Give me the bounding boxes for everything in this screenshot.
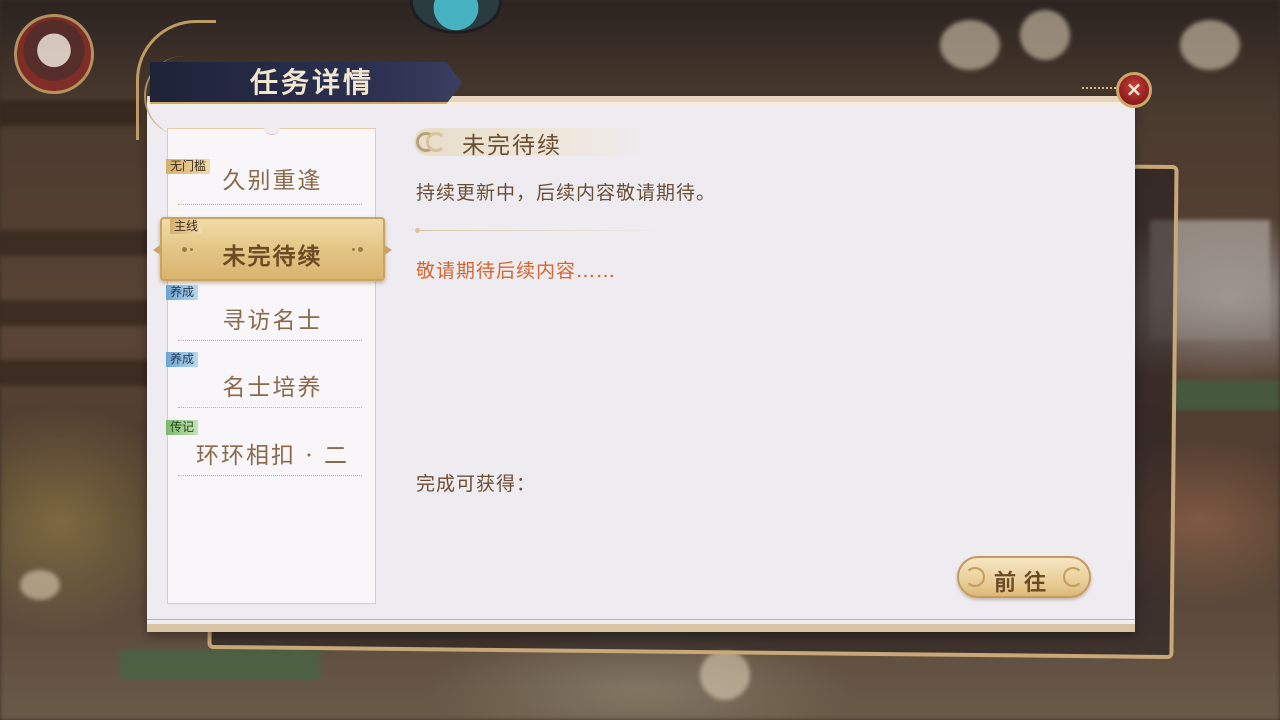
quest-tag: 主线 bbox=[170, 219, 203, 234]
quest-item-weiwan[interactable]: 主线 未完待续 bbox=[153, 217, 392, 281]
go-button[interactable]: 前往 bbox=[957, 556, 1091, 598]
quest-title: 未完待续 bbox=[462, 133, 562, 159]
selected-right-arrow-icon bbox=[383, 244, 392, 256]
reward-label: 完成可获得： bbox=[416, 473, 537, 495]
quest-tag: 养成 bbox=[166, 285, 199, 300]
quest-tag: 传记 bbox=[166, 420, 199, 435]
quest-item-xunfang[interactable]: 养成 寻访名士 bbox=[166, 275, 377, 341]
quest-item-label: 久别重逢 bbox=[222, 168, 323, 194]
quest-item-peiyang[interactable]: 养成 名士培养 bbox=[166, 342, 377, 408]
quest-item-label: 环环相扣 · 二 bbox=[196, 443, 349, 469]
quest-item-jiubie[interactable]: 无门槛 久别重逢 bbox=[166, 139, 377, 205]
section-divider bbox=[415, 228, 676, 233]
quest-item-label: 名士培养 bbox=[222, 375, 323, 401]
quest-description: 持续更新中，后续内容敬请期待。 bbox=[416, 182, 717, 204]
close-icon: × bbox=[1125, 77, 1143, 101]
quest-item-label: 未完待续 bbox=[222, 243, 323, 270]
divider bbox=[178, 475, 362, 476]
player-avatar[interactable] bbox=[14, 14, 94, 94]
quest-hint: 敬请期待后续内容…… bbox=[416, 260, 617, 282]
divider bbox=[178, 340, 362, 341]
quest-item-huanhuan[interactable]: 传记 环环相扣 · 二 bbox=[166, 410, 377, 476]
cloud-right-icon bbox=[1063, 567, 1083, 587]
quest-list: 无门槛 久别重逢 主线 未完待续 养成 寻访名士 养成 名士培养 传记 环环相扣… bbox=[153, 126, 392, 604]
divider bbox=[178, 407, 362, 408]
quest-tag: 养成 bbox=[166, 352, 199, 367]
close-connector bbox=[1082, 87, 1116, 89]
close-button[interactable]: × bbox=[1116, 72, 1152, 108]
selected-left-arrow-icon bbox=[153, 244, 162, 256]
window-title: 任务详情 bbox=[250, 66, 375, 99]
quest-item-label: 寻访名士 bbox=[222, 308, 323, 334]
divider bbox=[178, 204, 362, 205]
cloud-swirl-icon bbox=[426, 132, 446, 152]
